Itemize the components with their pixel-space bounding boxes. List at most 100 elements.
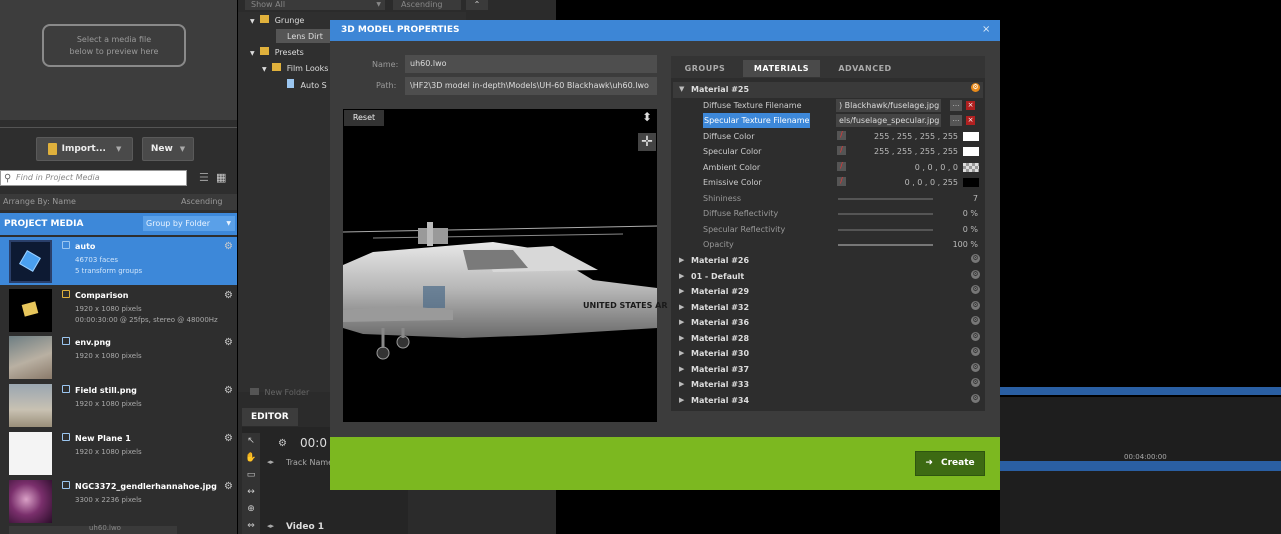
- material-item[interactable]: ▶ Material #28 ⚙: [673, 331, 983, 347]
- tab-advanced[interactable]: ADVANCED: [827, 60, 903, 77]
- tree-item-film-looks[interactable]: ▼ Film Looks: [262, 63, 328, 76]
- slip-tool-icon[interactable]: ▭: [244, 469, 258, 482]
- scroll-button[interactable]: ⌃: [466, 0, 488, 10]
- media-item-ngc3372[interactable]: NGC3372_gendlerhannahoe.jpg 3300 x 2236 …: [0, 477, 237, 525]
- slide-tool-icon[interactable]: ⊕: [244, 503, 258, 516]
- rgba-value[interactable]: 255 , 255 , 255 , 255: [873, 144, 958, 159]
- material-item[interactable]: ▶ Material #33 ⚙: [673, 377, 983, 393]
- show-all-select[interactable]: Show All ▼: [245, 0, 385, 10]
- media-item-uh60[interactable]: uh60.lwo: [9, 524, 177, 534]
- expand-icon[interactable]: ◂▸: [267, 458, 274, 466]
- gear-icon[interactable]: ⚙: [224, 433, 233, 444]
- timeline-track-bar[interactable]: [1000, 461, 1281, 471]
- material-item[interactable]: ▶ Material #37 ⚙: [673, 362, 983, 378]
- shininess-slider[interactable]: [838, 197, 933, 200]
- media-item-field-still[interactable]: Field still.png 1920 x 1080 pixels ⚙: [0, 381, 237, 429]
- path-field[interactable]: \HF2\3D model in-depth\Models\UH-60 Blac…: [405, 77, 657, 95]
- gear-icon[interactable]: ⚙: [224, 241, 233, 252]
- list-view-icon[interactable]: ☰: [199, 172, 211, 184]
- material-header[interactable]: ▼ Material #25 ⚙: [673, 82, 983, 98]
- gear-icon[interactable]: ⚙: [278, 438, 287, 449]
- tree-item-grunge[interactable]: ▼ Grunge: [250, 15, 304, 28]
- diffuse-reflectivity-value[interactable]: 0 %: [933, 206, 978, 221]
- opacity-value[interactable]: 100 %: [933, 237, 978, 252]
- thumbnail: [9, 336, 52, 379]
- gear-icon[interactable]: ⚙: [971, 300, 980, 310]
- material-item[interactable]: ▶ Material #32 ⚙: [673, 300, 983, 316]
- media-item-env[interactable]: env.png 1920 x 1080 pixels ⚙: [0, 333, 237, 381]
- diffuse-reflectivity-slider[interactable]: [838, 213, 933, 215]
- gear-icon[interactable]: ⚙: [971, 285, 980, 294]
- new-folder-button[interactable]: New Folder: [250, 386, 310, 400]
- shininess-value[interactable]: 7: [933, 191, 978, 206]
- color-picker-icon[interactable]: /: [837, 161, 846, 171]
- name-field[interactable]: uh60.lwo: [405, 55, 657, 73]
- color-swatch[interactable]: [963, 131, 979, 141]
- new-button[interactable]: New ▼: [142, 137, 194, 161]
- tree-item-presets[interactable]: ▼ Presets: [250, 47, 304, 60]
- gear-icon[interactable]: ⚙: [224, 385, 233, 396]
- tab-editor[interactable]: EDITOR: [242, 408, 298, 426]
- material-item[interactable]: ▶ Material #26 ⚙: [673, 253, 983, 269]
- gear-icon[interactable]: ⚙: [971, 83, 980, 92]
- sort-order-select[interactable]: Ascending: [393, 0, 461, 10]
- expand-icon[interactable]: ◂▸: [267, 522, 274, 530]
- razor-tool-icon[interactable]: ⇔: [244, 520, 258, 533]
- material-item[interactable]: ▶ Material #36 ⚙: [673, 315, 983, 331]
- material-item[interactable]: ▶ Material #29 ⚙: [673, 284, 983, 300]
- gear-icon[interactable]: ⚙: [971, 393, 980, 403]
- pan-icon[interactable]: ✛: [638, 133, 656, 151]
- color-picker-icon[interactable]: /: [837, 177, 846, 186]
- clear-icon[interactable]: ×: [966, 100, 975, 110]
- grid-view-icon[interactable]: ▦: [216, 172, 228, 184]
- trim-tool-icon[interactable]: ↔: [244, 486, 258, 499]
- material-item[interactable]: ▶ 01 - Default ⚙: [673, 269, 983, 285]
- tab-materials[interactable]: MATERIALS: [743, 60, 820, 77]
- gear-icon[interactable]: ⚙: [971, 254, 980, 263]
- browse-button[interactable]: …: [950, 99, 962, 111]
- diffuse-texture-field[interactable]: ) Blackhawk/fuselage.jpg: [836, 98, 941, 112]
- tab-groups[interactable]: GROUPS: [680, 60, 730, 77]
- gear-icon[interactable]: ⚙: [971, 316, 980, 325]
- specular-reflectivity-value[interactable]: 0 %: [933, 222, 978, 237]
- gear-icon[interactable]: ⚙: [971, 331, 980, 341]
- gear-icon[interactable]: ⚙: [224, 337, 233, 348]
- rgba-value[interactable]: 255 , 255 , 255 , 255: [873, 129, 958, 144]
- material-item[interactable]: ▶ Material #30 ⚙: [673, 346, 983, 362]
- material-item[interactable]: ▶ Material #34 ⚙: [673, 393, 983, 409]
- gear-icon[interactable]: ⚙: [971, 362, 980, 372]
- media-item-comparison[interactable]: Comparison 1920 x 1080 pixels 00:00:30:0…: [0, 286, 237, 334]
- rgba-value[interactable]: 0 , 0 , 0 , 0: [873, 160, 958, 175]
- media-item-new-plane[interactable]: New Plane 1 1920 x 1080 pixels ⚙: [0, 429, 237, 477]
- gear-icon[interactable]: ⚙: [971, 378, 980, 387]
- media-meta: 1920 x 1080 pixels: [75, 352, 142, 360]
- color-picker-icon[interactable]: /: [837, 146, 846, 155]
- media-item-auto[interactable]: auto 46703 faces 5 transform groups ⚙: [0, 237, 237, 285]
- opacity-slider[interactable]: [838, 244, 933, 246]
- color-swatch[interactable]: [963, 162, 979, 172]
- select-tool-icon[interactable]: ↖: [244, 435, 258, 448]
- color-swatch[interactable]: [963, 147, 979, 156]
- clear-icon[interactable]: ×: [966, 116, 975, 125]
- specular-texture-field[interactable]: els/fuselage_specular.jpg: [836, 114, 941, 127]
- tree-item-auto[interactable]: Auto S: [287, 79, 327, 92]
- close-icon[interactable]: ×: [982, 24, 990, 35]
- specular-reflectivity-slider[interactable]: [838, 228, 933, 231]
- color-swatch[interactable]: [963, 178, 979, 187]
- hand-tool-icon[interactable]: ✋: [244, 452, 258, 465]
- reset-button[interactable]: Reset: [344, 110, 384, 126]
- gear-icon[interactable]: ⚙: [224, 481, 233, 492]
- import-button[interactable]: Import... ▼: [36, 137, 133, 161]
- browse-button[interactable]: …: [950, 115, 962, 126]
- gear-icon[interactable]: ⚙: [224, 290, 233, 301]
- rgba-value[interactable]: 0 , 0 , 0 , 255: [873, 175, 958, 190]
- create-button[interactable]: ➜ Create: [915, 451, 985, 476]
- color-picker-icon[interactable]: /: [837, 130, 846, 140]
- orbit-icon[interactable]: ⬍: [638, 110, 656, 128]
- group-by-select[interactable]: Group by Folder ▼: [143, 216, 235, 231]
- tree-item-lens-dirt[interactable]: Lens Dirt: [287, 31, 323, 43]
- search-input[interactable]: ⚲ Find in Project Media: [0, 170, 187, 186]
- sort-order-select[interactable]: Ascending: [181, 194, 222, 210]
- gear-icon[interactable]: ⚙: [971, 269, 980, 279]
- gear-icon[interactable]: ⚙: [971, 347, 980, 356]
